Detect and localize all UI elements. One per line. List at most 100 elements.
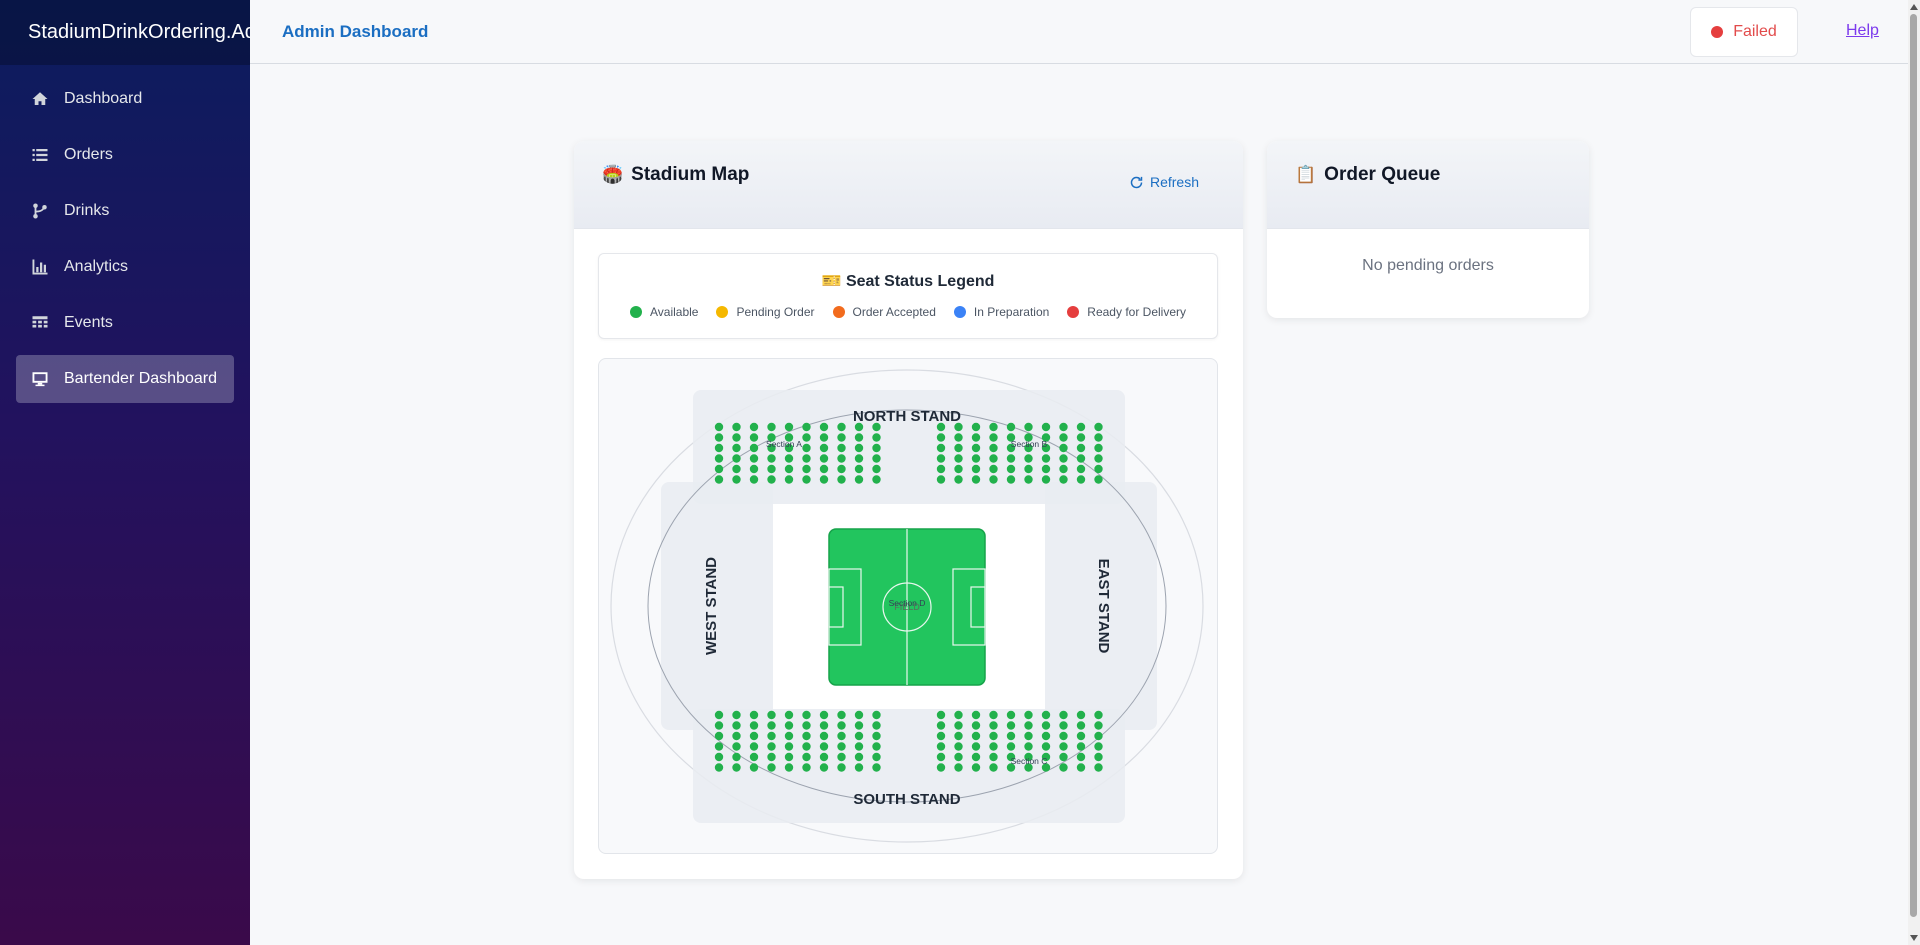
seat[interactable] — [971, 454, 981, 463]
seat[interactable] — [1059, 433, 1068, 442]
seat[interactable] — [989, 710, 998, 720]
seat[interactable] — [837, 721, 846, 730]
seat[interactable] — [1059, 752, 1068, 762]
seat[interactable] — [767, 464, 776, 474]
seat[interactable] — [819, 721, 829, 730]
seat[interactable] — [872, 475, 881, 484]
seat[interactable] — [714, 752, 724, 762]
seat[interactable] — [837, 742, 846, 751]
seat[interactable] — [854, 721, 864, 730]
seat[interactable] — [971, 710, 981, 720]
seat[interactable] — [936, 752, 946, 762]
seat[interactable] — [732, 721, 741, 730]
seat[interactable] — [936, 464, 946, 474]
seat[interactable] — [732, 752, 741, 762]
seat[interactable] — [1094, 731, 1103, 741]
seat[interactable] — [1094, 443, 1103, 453]
refresh-button[interactable]: Refresh — [1129, 174, 1199, 190]
seat[interactable] — [971, 464, 981, 474]
seat[interactable] — [854, 763, 864, 772]
seat[interactable] — [802, 752, 811, 762]
seat[interactable] — [837, 433, 846, 442]
seat[interactable] — [767, 721, 776, 730]
seat[interactable] — [714, 464, 724, 474]
seat[interactable] — [872, 731, 881, 741]
seat[interactable] — [732, 454, 741, 463]
seat[interactable] — [954, 475, 963, 484]
seat[interactable] — [837, 710, 846, 720]
seat[interactable] — [732, 731, 741, 741]
seat[interactable] — [1059, 721, 1068, 730]
help-link[interactable]: Help — [1846, 22, 1879, 40]
seat[interactable] — [971, 721, 981, 730]
seat[interactable] — [819, 742, 829, 751]
connection-status-badge[interactable]: Failed — [1690, 7, 1798, 57]
seat[interactable] — [784, 742, 794, 751]
seat[interactable] — [936, 454, 946, 463]
seat[interactable] — [837, 731, 846, 741]
seat[interactable] — [1006, 710, 1016, 720]
seat[interactable] — [954, 731, 963, 741]
seat[interactable] — [1024, 464, 1033, 474]
seat[interactable] — [1024, 422, 1033, 432]
seat[interactable] — [971, 763, 981, 772]
seat[interactable] — [802, 443, 811, 453]
seat[interactable] — [936, 710, 946, 720]
seat[interactable] — [954, 454, 963, 463]
seat[interactable] — [749, 742, 759, 751]
seat[interactable] — [954, 742, 963, 751]
seat[interactable] — [872, 464, 881, 474]
seat[interactable] — [714, 731, 724, 741]
seat[interactable] — [819, 422, 829, 432]
seat[interactable] — [749, 475, 759, 484]
seat[interactable] — [1094, 433, 1103, 442]
seat[interactable] — [749, 422, 759, 432]
seat[interactable] — [714, 422, 724, 432]
seat[interactable] — [854, 742, 864, 751]
seat[interactable] — [971, 422, 981, 432]
seat[interactable] — [1076, 475, 1086, 484]
seat[interactable] — [784, 721, 794, 730]
seat[interactable] — [989, 721, 998, 730]
seat[interactable] — [971, 731, 981, 741]
seat[interactable] — [802, 422, 811, 432]
seat[interactable] — [954, 422, 963, 432]
seat[interactable] — [1076, 742, 1086, 751]
seat[interactable] — [854, 464, 864, 474]
seat[interactable] — [802, 454, 811, 463]
seat[interactable] — [819, 454, 829, 463]
seat[interactable] — [837, 475, 846, 484]
seat[interactable] — [1094, 752, 1103, 762]
seat[interactable] — [1059, 731, 1068, 741]
seat[interactable] — [714, 443, 724, 453]
seat[interactable] — [1041, 742, 1051, 751]
seat[interactable] — [837, 454, 846, 463]
sidebar-item-drinks[interactable]: Drinks — [16, 187, 234, 235]
seat[interactable] — [819, 752, 829, 762]
seat[interactable] — [936, 443, 946, 453]
seat[interactable] — [1076, 443, 1086, 453]
seat[interactable] — [854, 443, 864, 453]
seat[interactable] — [971, 752, 981, 762]
seat[interactable] — [954, 721, 963, 730]
seat[interactable] — [749, 454, 759, 463]
seat[interactable] — [1024, 454, 1033, 463]
seat[interactable] — [971, 433, 981, 442]
page-title[interactable]: Admin Dashboard — [282, 22, 428, 42]
seat[interactable] — [971, 443, 981, 453]
seat[interactable] — [872, 433, 881, 442]
seat[interactable] — [1041, 454, 1051, 463]
seat[interactable] — [1024, 731, 1033, 741]
seat[interactable] — [1094, 454, 1103, 463]
seat[interactable] — [1059, 742, 1068, 751]
seat[interactable] — [1041, 464, 1051, 474]
seat[interactable] — [872, 721, 881, 730]
seat[interactable] — [1094, 710, 1103, 720]
seat[interactable] — [1094, 742, 1103, 751]
seat[interactable] — [1076, 454, 1086, 463]
sidebar-item-analytics[interactable]: Analytics — [16, 243, 234, 291]
seat[interactable] — [749, 433, 759, 442]
seat[interactable] — [1024, 742, 1033, 751]
seat[interactable] — [936, 433, 946, 442]
seat[interactable] — [989, 475, 998, 484]
